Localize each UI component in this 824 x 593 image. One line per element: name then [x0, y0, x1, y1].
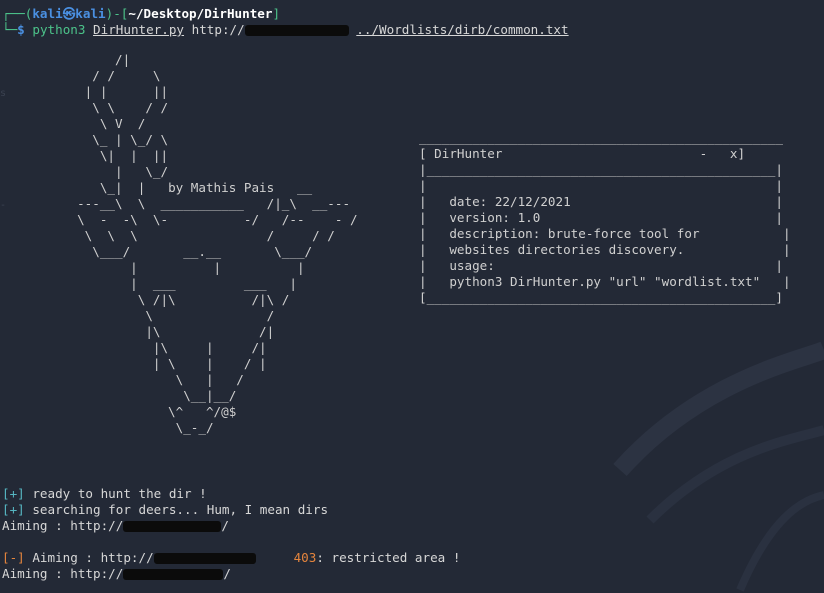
output-text: Aiming : http:// [2, 518, 124, 533]
success-tag: [+] [2, 486, 25, 501]
output-searching-line: [+] searching for deers... Hum, I mean d… [2, 502, 328, 518]
window-buttons: - x [699, 146, 738, 161]
output-text: Aiming : http:// [2, 566, 124, 581]
output-restricted-line: [-] Aiming : http:// 403: restricted are… [2, 550, 460, 566]
redacted-url [123, 521, 222, 532]
ascii-credit: by Mathis Pais [168, 180, 275, 195]
command-script: DirHunter.py [93, 22, 185, 37]
redacted-url [153, 553, 256, 564]
output-aiming-line: Aiming : http:// / [2, 566, 231, 582]
command-name: python3 [32, 22, 86, 37]
output-text: Aiming : http:// [32, 550, 154, 565]
success-tag: [+] [2, 502, 25, 517]
prompt-path: ~/Desktop/DirHunter [128, 6, 273, 21]
output-text: searching for deers... Hum, I mean dirs [32, 502, 329, 517]
ascii-deer-art: /| / / \ | | || \ \ / / \ V / \_ | \_/ \… [77, 52, 358, 435]
command-url: http:// [191, 22, 245, 37]
info-box-title: DirHunter [434, 146, 503, 161]
output-suffix: / [221, 518, 229, 533]
command-wordlist: ../Wordlists/dirb/common.txt [356, 22, 569, 37]
output-aiming-line: Aiming : http:// / [2, 518, 229, 534]
output-text: : restricted area ! [316, 550, 461, 565]
redacted-url [123, 569, 224, 580]
prompt-header: ┌──(kali㉿kali)-[~/Desktop/DirHunter] [2, 6, 281, 21]
wallpaper-mark: - [0, 200, 7, 211]
output-text: ready to hunt the dir ! [32, 486, 207, 501]
info-usage-label: usage: [449, 258, 495, 273]
prompt-host: kali [75, 6, 106, 21]
output-suffix: / [223, 566, 231, 581]
info-description-2: websites directories discovery. [449, 242, 685, 257]
command-line: └─$ python3 DirHunter.py http:// ../Word… [2, 22, 569, 37]
status-code: 403 [293, 550, 317, 565]
info-description-1: description: brute-force tool for [449, 226, 700, 241]
error-tag: [-] [2, 550, 25, 565]
info-version: version: 1.0 [449, 210, 541, 225]
output-ready-line: [+] ready to hunt the dir ! [2, 486, 207, 502]
wallpaper-mark: s [0, 88, 7, 99]
prompt-user: kali [32, 6, 63, 21]
redacted-url [244, 25, 349, 36]
dirhunter-info-box: ________________________________________… [419, 130, 791, 305]
info-usage-example: python3 DirHunter.py "url" "wordlist.txt… [449, 274, 761, 289]
info-date: date: 22/12/2021 [449, 194, 571, 209]
